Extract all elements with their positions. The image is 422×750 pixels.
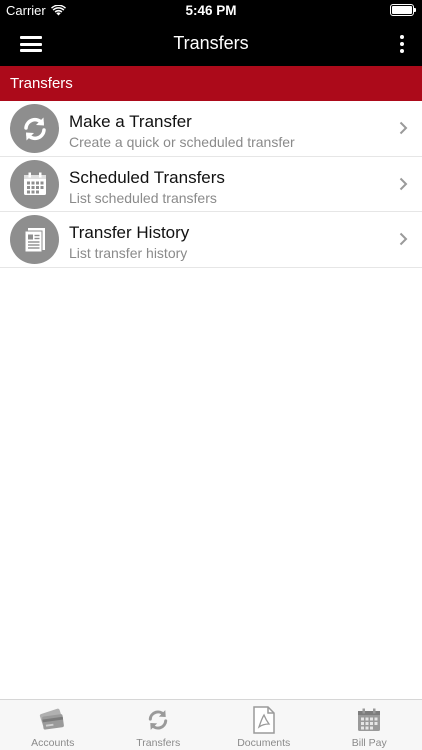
chevron-right-icon	[399, 121, 408, 135]
calendar-icon	[10, 159, 59, 209]
pdf-document-icon	[249, 706, 279, 734]
section-header: Transfers	[0, 66, 422, 101]
list-item-scheduled-transfers[interactable]: Scheduled Transfers List scheduled trans…	[0, 157, 422, 212]
more-options-button[interactable]	[398, 33, 406, 55]
refresh-icon	[10, 104, 59, 153]
status-bar: Carrier 5:46 PM	[0, 0, 422, 22]
page-title: Transfers	[173, 33, 249, 53]
transfer-options-list: Make a Transfer Create a quick or schedu…	[0, 101, 422, 268]
tab-bill-pay[interactable]: Bill Pay	[317, 700, 422, 750]
more-vertical-icon	[400, 35, 404, 39]
document-icon	[10, 215, 59, 264]
tab-label: Documents	[237, 737, 291, 749]
refresh-icon	[143, 706, 173, 734]
item-title: Scheduled Transfers	[69, 167, 225, 187]
tab-bar: Accounts Transfers Documents Bill Pay	[0, 699, 422, 750]
list-item-transfer-history[interactable]: Transfer History List transfer history	[0, 212, 422, 268]
status-right	[390, 4, 416, 16]
item-subtitle: List scheduled transfers	[69, 189, 217, 206]
list-item-make-transfer[interactable]: Make a Transfer Create a quick or schedu…	[0, 101, 422, 157]
chevron-right-icon	[399, 232, 408, 246]
battery-icon	[390, 4, 416, 16]
nav-bar: Transfers	[0, 22, 422, 66]
item-title: Make a Transfer	[69, 112, 192, 131]
item-subtitle: Create a quick or scheduled transfer	[69, 134, 295, 150]
status-time: 5:46 PM	[185, 3, 237, 18]
calendar-icon	[354, 706, 384, 734]
tab-label: Bill Pay	[351, 737, 387, 749]
cards-icon	[38, 706, 68, 734]
tab-transfers[interactable]: Transfers	[106, 700, 212, 750]
tab-accounts[interactable]: Accounts	[0, 700, 106, 750]
item-title: Transfer History	[69, 223, 190, 242]
tab-label: Transfers	[136, 737, 181, 749]
tab-label: Accounts	[31, 737, 75, 749]
chevron-right-icon	[399, 177, 408, 190]
tab-documents[interactable]: Documents	[211, 700, 317, 750]
item-subtitle: List transfer history	[69, 245, 188, 261]
